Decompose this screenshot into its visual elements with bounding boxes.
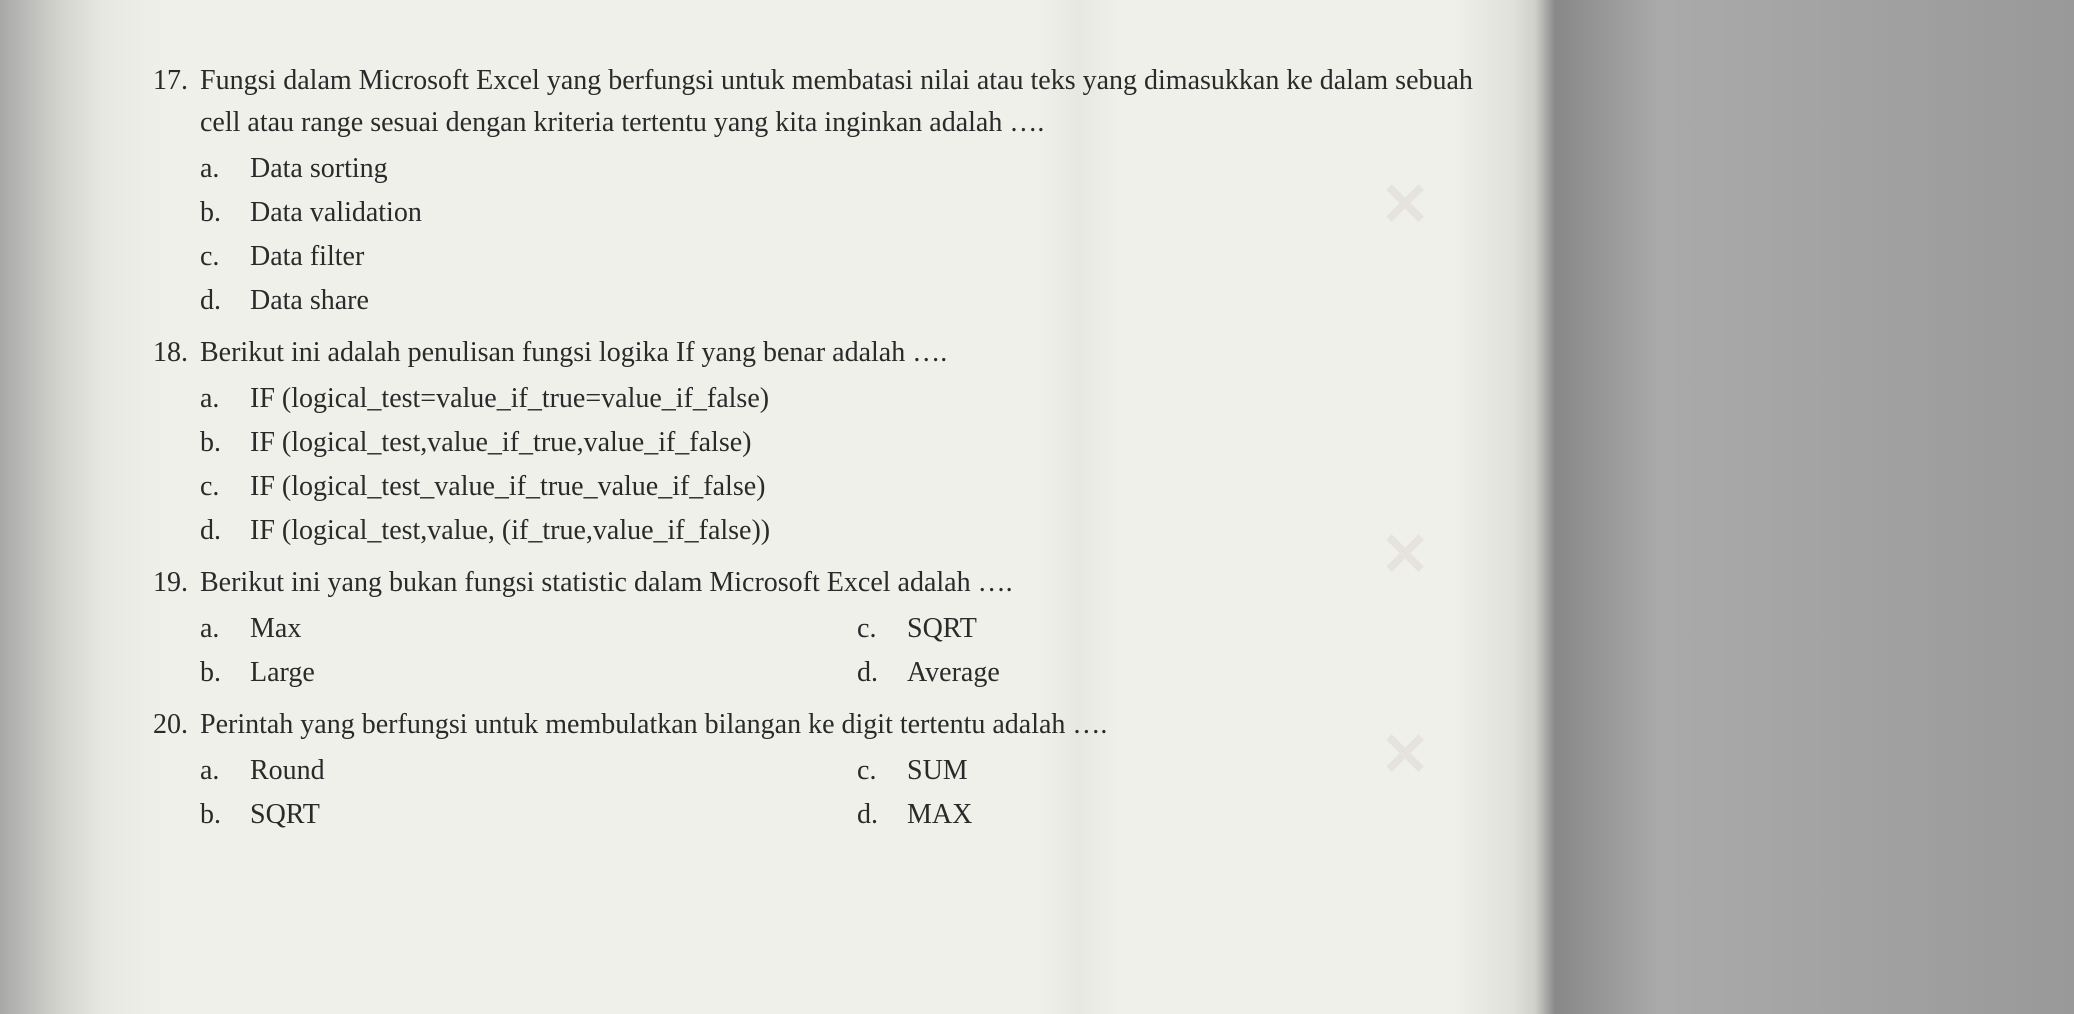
option-letter: c. bbox=[857, 750, 907, 792]
option-text: SUM bbox=[907, 750, 1514, 792]
option-a: a. Max bbox=[200, 608, 857, 650]
option-text: SQRT bbox=[250, 794, 857, 836]
question-18: 18. Berikut ini adalah penulisan fungsi … bbox=[140, 332, 1514, 554]
option-c: c. IF (logical_test_value_if_true_value_… bbox=[200, 466, 1514, 508]
option-a: a. Round bbox=[200, 750, 857, 792]
question-text: Berikut ini yang bukan fungsi statistic … bbox=[200, 562, 1514, 604]
question-body: Fungsi dalam Microsoft Excel yang berfun… bbox=[200, 60, 1514, 324]
options-two-col: a. Max b. Large c. SQRT d. Avera bbox=[200, 608, 1514, 696]
option-text: MAX bbox=[907, 794, 1514, 836]
question-17: 17. Fungsi dalam Microsoft Excel yang be… bbox=[140, 60, 1514, 324]
option-c: c. SQRT bbox=[857, 608, 1514, 650]
option-letter: c. bbox=[857, 608, 907, 650]
option-letter: d. bbox=[200, 510, 250, 552]
question-20: 20. Perintah yang berfungsi untuk membul… bbox=[140, 704, 1514, 838]
question-body: Perintah yang berfungsi untuk membulatka… bbox=[200, 704, 1514, 838]
options-two-col: a. Round b. SQRT c. SUM d. MAX bbox=[200, 750, 1514, 838]
question-19: 19. Berikut ini yang bukan fungsi statis… bbox=[140, 562, 1514, 696]
option-letter: d. bbox=[200, 280, 250, 322]
option-letter: b. bbox=[200, 794, 250, 836]
option-a: a. Data sorting bbox=[200, 148, 1514, 190]
option-text: Max bbox=[250, 608, 857, 650]
option-d: d. IF (logical_test,value, (if_true,valu… bbox=[200, 510, 1514, 552]
question-text: Fungsi dalam Microsoft Excel yang berfun… bbox=[200, 60, 1514, 144]
option-d: d. Data share bbox=[200, 280, 1514, 322]
option-letter: b. bbox=[200, 422, 250, 464]
options-left-col: a. Max b. Large bbox=[200, 608, 857, 696]
option-text: IF (logical_test,value, (if_true,value_i… bbox=[250, 510, 1514, 552]
option-letter: a. bbox=[200, 378, 250, 420]
options-right-col: c. SUM d. MAX bbox=[857, 750, 1514, 838]
option-letter: a. bbox=[200, 608, 250, 650]
option-c: c. Data filter bbox=[200, 236, 1514, 278]
question-body: Berikut ini adalah penulisan fungsi logi… bbox=[200, 332, 1514, 554]
option-text: IF (logical_test,value_if_true,value_if_… bbox=[250, 422, 1514, 464]
option-text: Round bbox=[250, 750, 857, 792]
page-content: 17. Fungsi dalam Microsoft Excel yang be… bbox=[0, 60, 1514, 838]
options-left-col: a. Round b. SQRT bbox=[200, 750, 857, 838]
option-letter: b. bbox=[200, 192, 250, 234]
option-letter: a. bbox=[200, 148, 250, 190]
option-letter: a. bbox=[200, 750, 250, 792]
question-text: Perintah yang berfungsi untuk membulatka… bbox=[200, 704, 1514, 746]
option-letter: d. bbox=[857, 652, 907, 694]
option-letter: d. bbox=[857, 794, 907, 836]
option-d: d. Average bbox=[857, 652, 1514, 694]
options-list: a. Data sorting b. Data validation c. Da… bbox=[200, 148, 1514, 322]
option-text: Large bbox=[250, 652, 857, 694]
option-c: c. SUM bbox=[857, 750, 1514, 792]
option-text: IF (logical_test=value_if_true=value_if_… bbox=[250, 378, 1514, 420]
option-d: d. MAX bbox=[857, 794, 1514, 836]
options-right-col: c. SQRT d. Average bbox=[857, 608, 1514, 696]
option-a: a. IF (logical_test=value_if_true=value_… bbox=[200, 378, 1514, 420]
option-b: b. Large bbox=[200, 652, 857, 694]
option-letter: c. bbox=[200, 236, 250, 278]
option-text: Data sorting bbox=[250, 148, 1514, 190]
question-text: Berikut ini adalah penulisan fungsi logi… bbox=[200, 332, 1514, 374]
option-text: Data validation bbox=[250, 192, 1514, 234]
option-letter: c. bbox=[200, 466, 250, 508]
question-number: 19. bbox=[140, 562, 200, 696]
question-number: 20. bbox=[140, 704, 200, 838]
option-letter: b. bbox=[200, 652, 250, 694]
option-text: Average bbox=[907, 652, 1514, 694]
option-text: Data filter bbox=[250, 236, 1514, 278]
option-text: IF (logical_test_value_if_true_value_if_… bbox=[250, 466, 1514, 508]
option-b: b. IF (logical_test,value_if_true,value_… bbox=[200, 422, 1514, 464]
option-text: SQRT bbox=[907, 608, 1514, 650]
question-number: 17. bbox=[140, 60, 200, 324]
option-b: b. Data validation bbox=[200, 192, 1514, 234]
question-number: 18. bbox=[140, 332, 200, 554]
question-body: Berikut ini yang bukan fungsi statistic … bbox=[200, 562, 1514, 696]
option-b: b. SQRT bbox=[200, 794, 857, 836]
option-text: Data share bbox=[250, 280, 1514, 322]
options-list: a. IF (logical_test=value_if_true=value_… bbox=[200, 378, 1514, 552]
